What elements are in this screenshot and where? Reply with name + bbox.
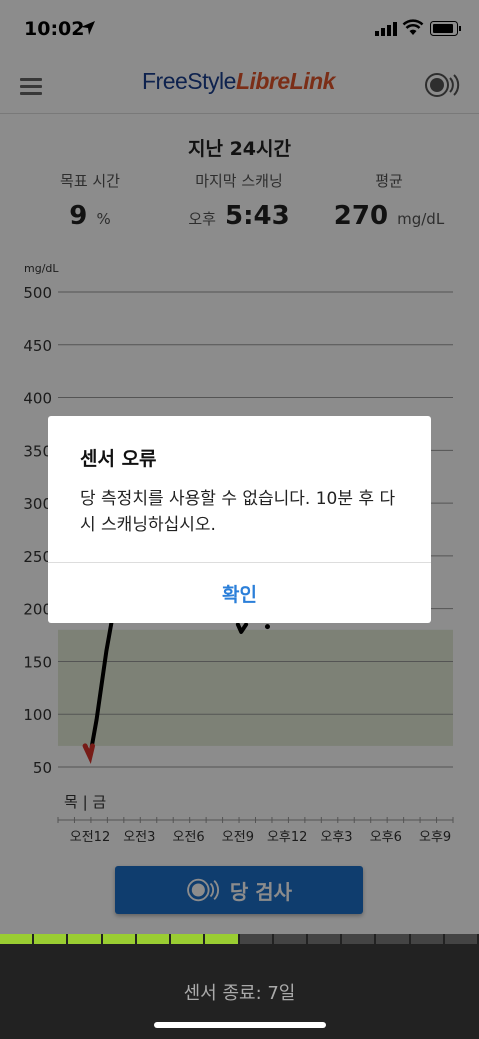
dialog-title: 센서 오류	[80, 448, 157, 470]
sensor-day-segment	[102, 934, 137, 944]
sensor-day-segment	[239, 934, 274, 944]
dialog-ok-button[interactable]: 확인	[48, 563, 431, 623]
sensor-day-segment	[410, 934, 445, 944]
sensor-day-segment	[205, 934, 240, 944]
sensor-day-segment	[342, 934, 377, 944]
sensor-day-segment	[136, 934, 172, 944]
sensor-day-segment	[34, 934, 69, 944]
sensor-day-segment	[376, 934, 411, 944]
sensor-end-text: 센서 종료: 7일	[183, 983, 296, 1004]
sensor-day-segment	[0, 934, 35, 944]
sensor-day-segment	[307, 934, 343, 944]
sensor-day-segment	[273, 934, 308, 944]
sensor-day-segment	[444, 934, 479, 944]
sensor-error-dialog: 센서 오류 당 측정치를 사용할 수 없습니다. 10분 후 다시 스캐닝하십시…	[48, 416, 431, 623]
sensor-day-segment	[171, 934, 206, 944]
home-indicator	[154, 1022, 326, 1028]
dialog-message: 당 측정치를 사용할 수 없습니다. 10분 후 다시 스캐닝하십시오.	[80, 489, 396, 535]
sensor-day-segment	[68, 934, 103, 944]
sensor-life-progress	[0, 934, 479, 944]
